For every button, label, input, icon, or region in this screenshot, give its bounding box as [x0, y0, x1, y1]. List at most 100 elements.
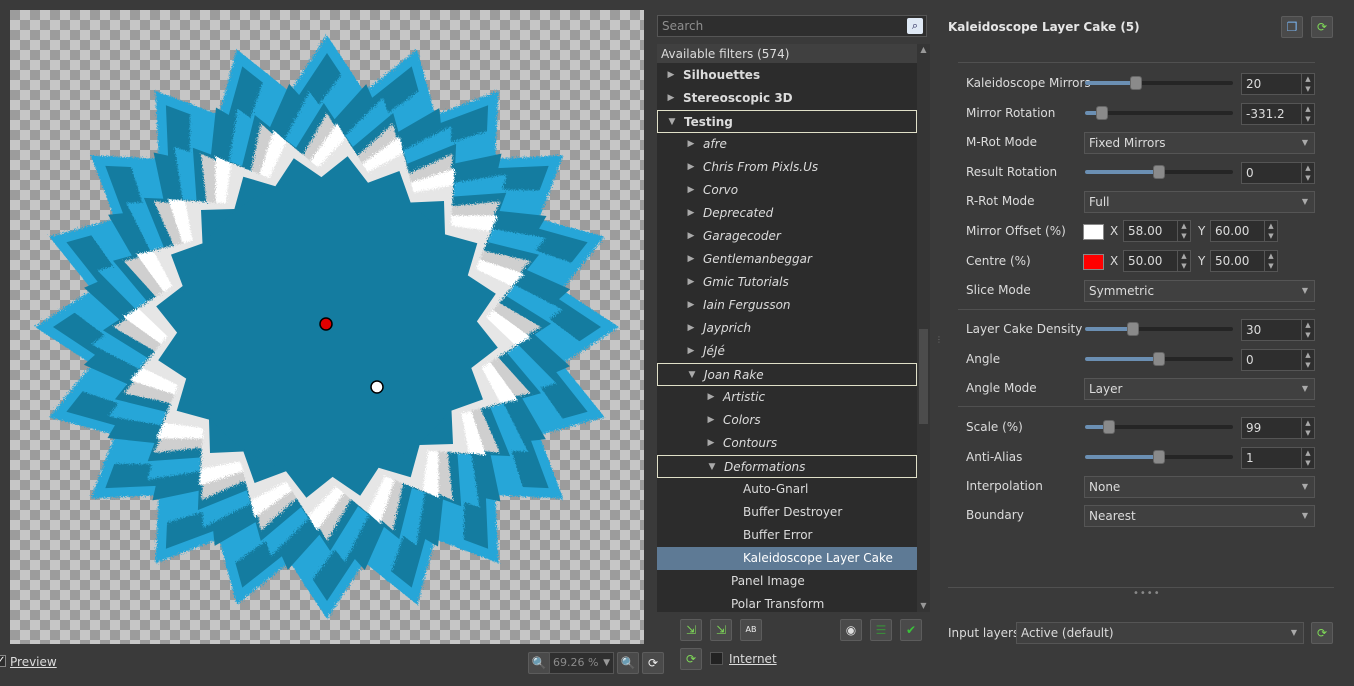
- resize-grip-icon[interactable]: ••••: [1133, 588, 1161, 599]
- filter-item[interactable]: Kaleidoscope Layer Cake: [657, 547, 917, 570]
- visibility-icon[interactable]: ◉: [840, 619, 862, 641]
- chevron-right-icon[interactable]: ▶: [665, 64, 677, 87]
- search-input[interactable]: Search ⌕: [657, 15, 927, 37]
- kaleidoscope-mirrors-spinbox[interactable]: 20 ▲ ▼: [1241, 73, 1315, 95]
- slider-knob[interactable]: [1153, 352, 1165, 366]
- refresh-layers-icon[interactable]: ⟳: [1311, 622, 1333, 644]
- internet-checkbox[interactable]: [710, 652, 723, 665]
- scroll-up-icon[interactable]: ▲: [917, 44, 930, 56]
- reset-params-icon[interactable]: ⟳: [1311, 16, 1333, 38]
- filter-folder[interactable]: ▶ Colors: [657, 409, 917, 432]
- filter-folder[interactable]: ▼ Joan Rake: [657, 363, 917, 386]
- spin-arrows-icon[interactable]: ▲ ▼: [1264, 221, 1277, 241]
- spin-arrows-icon[interactable]: ▲ ▼: [1301, 448, 1314, 468]
- spin-arrows-icon[interactable]: ▲ ▼: [1301, 74, 1314, 94]
- slider-knob[interactable]: [1153, 450, 1165, 464]
- chevron-right-icon[interactable]: ▶: [685, 317, 697, 340]
- anti-alias-spinbox[interactable]: 1 ▲ ▼: [1241, 447, 1315, 469]
- interpolation-select[interactable]: None ▼: [1084, 476, 1315, 498]
- slider-knob[interactable]: [1153, 165, 1165, 179]
- mirror-rotation-slider[interactable]: [1085, 106, 1233, 120]
- filter-folder[interactable]: ▼ Testing: [657, 110, 917, 133]
- m-rot-mode-select[interactable]: Fixed Mirrors ▼: [1084, 132, 1315, 154]
- layer-cake-density-slider[interactable]: [1085, 322, 1233, 336]
- splitter-handle[interactable]: ⋮: [935, 336, 943, 344]
- filter-item[interactable]: Panel Image: [657, 570, 917, 593]
- kaleidoscope-mirrors-slider[interactable]: [1085, 76, 1233, 90]
- tree-scrollbar[interactable]: ▲ ▼: [917, 44, 930, 612]
- spin-arrows-icon[interactable]: ▲ ▼: [1301, 350, 1314, 370]
- filter-folder[interactable]: ▶ Silhouettes: [657, 64, 917, 87]
- scale-slider[interactable]: [1085, 420, 1233, 434]
- mirror-offset-x-spinbox[interactable]: 58.00 ▲ ▼: [1123, 220, 1191, 242]
- spin-arrows-icon[interactable]: ▲ ▼: [1177, 251, 1190, 271]
- result-rotation-slider[interactable]: [1085, 165, 1233, 179]
- filter-folder[interactable]: ▶ Gentlemanbeggar: [657, 248, 917, 271]
- result-rotation-spinbox[interactable]: 0 ▲ ▼: [1241, 162, 1315, 184]
- filter-folder[interactable]: ▶ Stereoscopic 3D: [657, 87, 917, 110]
- zoom-out-icon[interactable]: 🔍: [528, 652, 550, 674]
- filter-folder[interactable]: ▶ Corvo: [657, 179, 917, 202]
- chevron-right-icon[interactable]: ▶: [705, 386, 717, 409]
- chevron-down-icon[interactable]: ▼: [666, 111, 678, 134]
- search-icon[interactable]: ⌕: [907, 18, 923, 34]
- slider-knob[interactable]: [1096, 106, 1108, 120]
- filter-folder[interactable]: ▶ Artistic: [657, 386, 917, 409]
- spin-arrows-icon[interactable]: ▲ ▼: [1301, 163, 1314, 183]
- zoom-in-icon[interactable]: 🔍: [617, 652, 639, 674]
- chevron-right-icon[interactable]: ▶: [685, 225, 697, 248]
- filter-item[interactable]: Polar Transform: [657, 593, 917, 612]
- chevron-right-icon[interactable]: ▶: [685, 202, 697, 225]
- spin-arrows-icon[interactable]: ▲ ▼: [1264, 251, 1277, 271]
- filter-folder[interactable]: ▶ Garagecoder: [657, 225, 917, 248]
- remove-favorite-icon[interactable]: ⇲: [710, 619, 732, 641]
- copy-command-icon[interactable]: ❐: [1281, 16, 1303, 38]
- chevron-down-icon[interactable]: ▼: [686, 364, 698, 387]
- mirror-offset-color-swatch[interactable]: [1083, 224, 1104, 240]
- filter-folder[interactable]: ▶ Chris From Pixls.Us: [657, 156, 917, 179]
- spin-arrows-icon[interactable]: ▲ ▼: [1301, 104, 1314, 124]
- scroll-down-icon[interactable]: ▼: [917, 600, 930, 612]
- mirror-offset-y-spinbox[interactable]: 60.00 ▲ ▼: [1210, 220, 1278, 242]
- centre-x-spinbox[interactable]: 50.00 ▲ ▼: [1123, 250, 1191, 272]
- slider-knob[interactable]: [1103, 420, 1115, 434]
- filter-folder[interactable]: ▶ Gmic Tutorials: [657, 271, 917, 294]
- layer-cake-density-spinbox[interactable]: 30 ▲ ▼: [1241, 319, 1315, 341]
- chevron-right-icon[interactable]: ▶: [685, 179, 697, 202]
- filter-item[interactable]: Auto-Gnarl: [657, 478, 917, 501]
- filter-folder[interactable]: ▼ Deformations: [657, 455, 917, 478]
- mirror-rotation-spinbox[interactable]: -331.2 ▲ ▼: [1241, 103, 1315, 125]
- chevron-right-icon[interactable]: ▶: [665, 87, 677, 110]
- rename-icon[interactable]: AB: [740, 619, 762, 641]
- spin-arrows-icon[interactable]: ▲ ▼: [1301, 418, 1314, 438]
- scrollbar-thumb[interactable]: [919, 329, 928, 424]
- chevron-right-icon[interactable]: ▶: [685, 156, 697, 179]
- anti-alias-slider[interactable]: [1085, 450, 1233, 464]
- preview-canvas[interactable]: [10, 10, 644, 644]
- r-rot-mode-select[interactable]: Full ▼: [1084, 191, 1315, 213]
- preview-checkbox[interactable]: ✓: [0, 655, 6, 667]
- filter-folder[interactable]: ▶ Contours: [657, 432, 917, 455]
- angle-slider[interactable]: [1085, 352, 1233, 366]
- chevron-right-icon[interactable]: ▶: [705, 432, 717, 455]
- slice-mode-select[interactable]: Symmetric ▼: [1084, 280, 1315, 302]
- zoom-combo[interactable]: 69.26 % ▼: [549, 652, 614, 674]
- filter-item[interactable]: Buffer Error: [657, 524, 917, 547]
- expand-collapse-icon[interactable]: ☰: [870, 619, 892, 641]
- chevron-right-icon[interactable]: ▶: [685, 294, 697, 317]
- chevron-right-icon[interactable]: ▶: [705, 409, 717, 432]
- filter-folder[interactable]: ▶ Iain Fergusson: [657, 294, 917, 317]
- chevron-right-icon[interactable]: ▶: [685, 340, 697, 363]
- scale-spinbox[interactable]: 99 ▲ ▼: [1241, 417, 1315, 439]
- centre-y-spinbox[interactable]: 50.00 ▲ ▼: [1210, 250, 1278, 272]
- refresh-preview-icon[interactable]: ⟳: [642, 652, 664, 674]
- filter-folder[interactable]: ▶ JéJé: [657, 340, 917, 363]
- angle-mode-select[interactable]: Layer ▼: [1084, 378, 1315, 400]
- boundary-select[interactable]: Nearest ▼: [1084, 505, 1315, 527]
- chevron-right-icon[interactable]: ▶: [685, 248, 697, 271]
- filter-folder[interactable]: ▶ Deprecated: [657, 202, 917, 225]
- chevron-right-icon[interactable]: ▶: [685, 133, 697, 156]
- chevron-down-icon[interactable]: ▼: [706, 456, 718, 479]
- filter-folder[interactable]: ▶ afre: [657, 133, 917, 156]
- selection-mode-icon[interactable]: ✔: [900, 619, 922, 641]
